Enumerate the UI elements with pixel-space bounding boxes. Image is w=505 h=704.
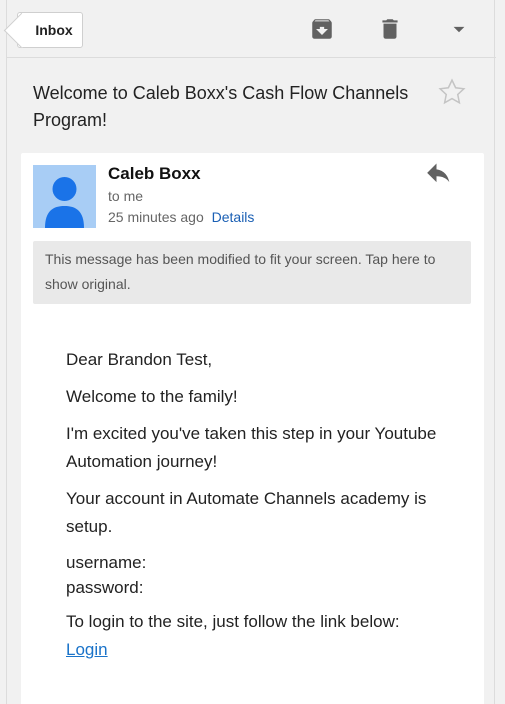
archive-icon[interactable] bbox=[309, 16, 335, 42]
login-instructions-text: To login to the site, just follow the li… bbox=[66, 612, 400, 631]
message-body: Dear Brandon Test, Welcome to the family… bbox=[66, 346, 466, 673]
avatar bbox=[33, 165, 96, 228]
message-card: Caleb Boxx to me 25 minutes ago Details … bbox=[21, 153, 484, 704]
credentials-block: username: password: bbox=[66, 550, 466, 600]
details-link[interactable]: Details bbox=[212, 209, 255, 225]
account-text: Your account in Automate Channels academ… bbox=[66, 489, 427, 536]
sender-name: Caleb Boxx bbox=[108, 164, 201, 183]
password-label: password: bbox=[66, 578, 144, 597]
subject-row: Welcome to Caleb Boxx's Cash Flow Channe… bbox=[7, 58, 496, 150]
back-to-inbox-button[interactable]: Inbox bbox=[17, 12, 83, 48]
greeting-text: Dear Brandon Test, bbox=[66, 350, 213, 369]
reply-icon[interactable] bbox=[426, 162, 454, 186]
email-subject: Welcome to Caleb Boxx's Cash Flow Channe… bbox=[33, 83, 409, 130]
modified-notice[interactable]: This message has been modified to fit yo… bbox=[33, 241, 471, 304]
back-button-label: Inbox bbox=[35, 22, 73, 38]
excited-text: I'm excited you've taken this step in yo… bbox=[66, 424, 437, 471]
message-time-row: 25 minutes ago Details bbox=[108, 209, 254, 225]
person-icon bbox=[45, 177, 84, 228]
welcome-text: Welcome to the family! bbox=[66, 387, 238, 406]
email-view: Inbox Welcome to Caleb Boxx's Cash Flow … bbox=[6, 0, 496, 704]
recipient-label: to me bbox=[108, 188, 144, 204]
toolbar: Inbox bbox=[7, 0, 496, 58]
username-label: username: bbox=[66, 553, 147, 572]
star-icon[interactable] bbox=[437, 77, 467, 107]
message-time: 25 minutes ago bbox=[108, 209, 204, 225]
login-instructions: To login to the site, just follow the li… bbox=[66, 608, 466, 664]
delete-icon[interactable] bbox=[377, 16, 403, 42]
login-link[interactable]: Login bbox=[66, 640, 108, 659]
dropdown-icon[interactable] bbox=[446, 16, 472, 42]
